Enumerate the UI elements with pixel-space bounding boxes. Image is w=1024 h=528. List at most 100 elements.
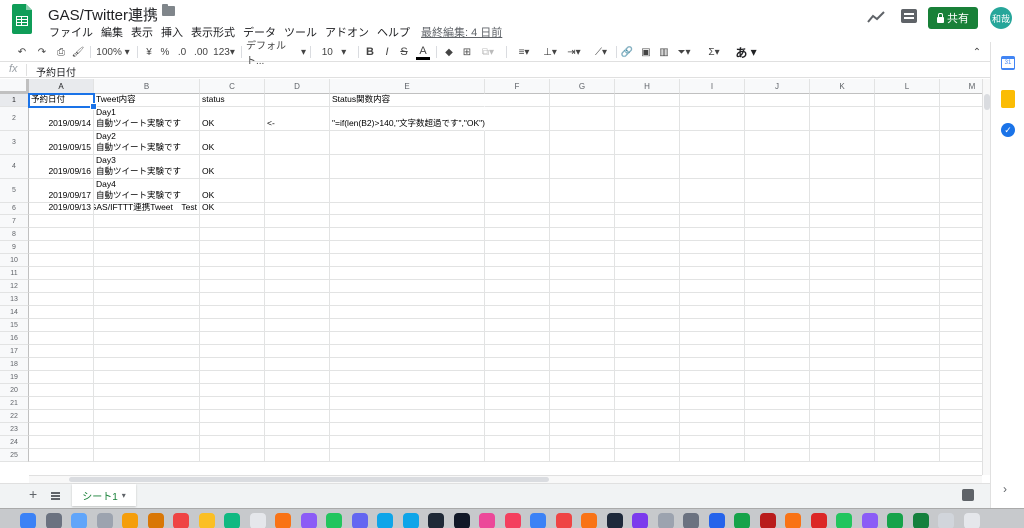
cell-e1[interactable]: Status関数内容 <box>330 94 485 107</box>
cell-e25[interactable] <box>330 449 485 462</box>
dock-app-icon[interactable] <box>326 513 342 528</box>
cell-d11[interactable] <box>265 267 330 280</box>
cell-i3[interactable] <box>680 131 745 155</box>
cell-d18[interactable] <box>265 358 330 371</box>
menu-format[interactable]: 表示形式 <box>188 24 240 40</box>
dock-app-icon[interactable] <box>836 513 852 528</box>
cell-a10[interactable] <box>29 254 94 267</box>
row-header-20[interactable]: 20 <box>0 384 29 397</box>
cell-j18[interactable] <box>745 358 810 371</box>
cell-e3[interactable] <box>330 131 485 155</box>
functions-icon[interactable]: Σ▾ <box>703 44 725 60</box>
cell-f1[interactable] <box>485 94 550 107</box>
insert-chart-icon[interactable]: ▥ <box>657 44 671 60</box>
cell-b5[interactable]: GAS/IFTTT連携Tweet Day4自動ツイート実験です <box>94 179 200 203</box>
column-header-d[interactable]: D <box>265 79 330 94</box>
cell-k7[interactable] <box>810 215 875 228</box>
column-header-l[interactable]: L <box>875 79 940 94</box>
cell-l9[interactable] <box>875 241 940 254</box>
cell-k8[interactable] <box>810 228 875 241</box>
cell-j17[interactable] <box>745 345 810 358</box>
cell-d13[interactable] <box>265 293 330 306</box>
cell-e6[interactable] <box>330 203 485 215</box>
menu-help[interactable]: ヘルプ <box>374 24 415 40</box>
cell-i18[interactable] <box>680 358 745 371</box>
cell-k16[interactable] <box>810 332 875 345</box>
cell-e22[interactable] <box>330 410 485 423</box>
horizontal-align-icon[interactable]: ≡▾ <box>513 44 535 60</box>
cell-f15[interactable] <box>485 319 550 332</box>
cell-h21[interactable] <box>615 397 680 410</box>
cell-j6[interactable] <box>745 203 810 215</box>
cell-c3[interactable]: OK <box>200 131 265 155</box>
cell-m14[interactable] <box>940 306 982 319</box>
cell-f8[interactable] <box>485 228 550 241</box>
sheets-logo-icon[interactable] <box>12 4 34 34</box>
cell-h19[interactable] <box>615 371 680 384</box>
cell-a16[interactable] <box>29 332 94 345</box>
cell-l23[interactable] <box>875 423 940 436</box>
cell-l2[interactable] <box>875 107 940 131</box>
cell-e20[interactable] <box>330 384 485 397</box>
cell-k18[interactable] <box>810 358 875 371</box>
cell-m11[interactable] <box>940 267 982 280</box>
insert-link-icon[interactable]: 🔗 <box>620 44 634 60</box>
cell-e8[interactable] <box>330 228 485 241</box>
cell-h25[interactable] <box>615 449 680 462</box>
cell-d10[interactable] <box>265 254 330 267</box>
cell-b7[interactable] <box>94 215 200 228</box>
star-icon[interactable]: ☆ <box>143 4 156 21</box>
cell-i24[interactable] <box>680 436 745 449</box>
cell-k14[interactable] <box>810 306 875 319</box>
cell-m7[interactable] <box>940 215 982 228</box>
cell-j13[interactable] <box>745 293 810 306</box>
dock-app-icon[interactable] <box>963 513 980 528</box>
cell-i11[interactable] <box>680 267 745 280</box>
cell-f24[interactable] <box>485 436 550 449</box>
activity-dashboard-icon[interactable] <box>867 9 885 25</box>
cell-e17[interactable] <box>330 345 485 358</box>
decrease-decimal-button[interactable]: .0 <box>175 44 189 60</box>
cell-m19[interactable] <box>940 371 982 384</box>
cell-g11[interactable] <box>550 267 615 280</box>
cell-i15[interactable] <box>680 319 745 332</box>
share-button[interactable]: 共有 <box>928 7 978 29</box>
cell-a17[interactable] <box>29 345 94 358</box>
cell-a23[interactable] <box>29 423 94 436</box>
cell-c20[interactable] <box>200 384 265 397</box>
dock-app-icon[interactable] <box>224 513 240 528</box>
cell-c25[interactable] <box>200 449 265 462</box>
dock-app-icon[interactable] <box>912 513 929 528</box>
cell-c12[interactable] <box>200 280 265 293</box>
dock-app-icon[interactable] <box>20 513 36 528</box>
cell-g9[interactable] <box>550 241 615 254</box>
cell-a11[interactable] <box>29 267 94 280</box>
cell-h24[interactable] <box>615 436 680 449</box>
formula-input[interactable]: 予約日付 <box>36 64 76 79</box>
cell-b9[interactable] <box>94 241 200 254</box>
cell-i19[interactable] <box>680 371 745 384</box>
text-color-button[interactable]: A <box>416 44 430 60</box>
cell-i23[interactable] <box>680 423 745 436</box>
cell-f18[interactable] <box>485 358 550 371</box>
text-rotation-icon[interactable]: ⟋▾ <box>589 44 613 60</box>
select-all-corner[interactable] <box>0 79 29 94</box>
cell-f11[interactable] <box>485 267 550 280</box>
cell-k3[interactable] <box>810 131 875 155</box>
cell-m1[interactable] <box>940 94 982 107</box>
cell-g13[interactable] <box>550 293 615 306</box>
cell-b8[interactable] <box>94 228 200 241</box>
cell-d4[interactable] <box>265 155 330 179</box>
cell-j12[interactable] <box>745 280 810 293</box>
menu-insert[interactable]: 挿入 <box>158 24 188 40</box>
cell-c1[interactable]: status <box>200 94 265 107</box>
row-header-23[interactable]: 23 <box>0 423 29 436</box>
cell-f25[interactable] <box>485 449 550 462</box>
cell-j15[interactable] <box>745 319 810 332</box>
cell-b4[interactable]: GAS/IFTTT連携Tweet Day3自動ツイート実験です <box>94 155 200 179</box>
row-header-19[interactable]: 19 <box>0 371 29 384</box>
cell-h23[interactable] <box>615 423 680 436</box>
cell-d21[interactable] <box>265 397 330 410</box>
cell-f22[interactable] <box>485 410 550 423</box>
zoom-select[interactable]: 100% ▾ <box>96 44 130 60</box>
